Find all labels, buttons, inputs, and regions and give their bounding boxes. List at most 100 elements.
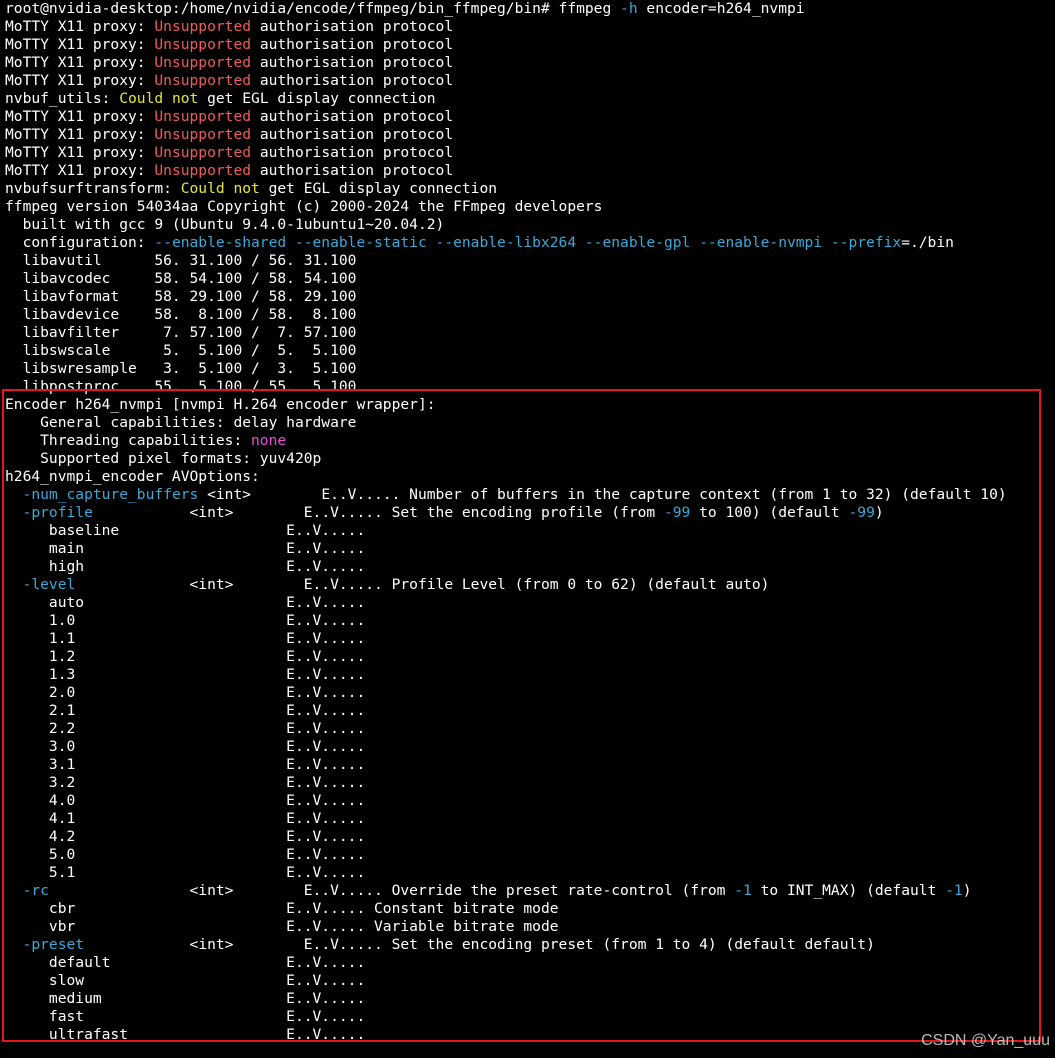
terminal-text: libavutil 56. 31.100 / 56. 31.100 — [5, 252, 357, 269]
terminal-line: 1.1 E..V..... — [5, 630, 1007, 648]
terminal-line: -preset <int> E..V..... Set the encoding… — [5, 936, 1007, 954]
terminal-line: Encoder h264_nvmpi [nvmpi H.264 encoder … — [5, 396, 1007, 414]
terminal-text-red: Unsupported — [154, 36, 252, 53]
terminal-line: 3.2 E..V..... — [5, 774, 1007, 792]
terminal-line: MoTTY X11 proxy: Unsupported authorisati… — [5, 72, 1007, 90]
terminal-line: -rc <int> E..V..... Override the preset … — [5, 882, 1007, 900]
terminal-text: libavfilter 7. 57.100 / 7. 57.100 — [5, 324, 357, 341]
terminal-line: ultrafast E..V..... — [5, 1026, 1007, 1044]
terminal-text: ) — [962, 882, 972, 899]
terminal-text-yellow: Could not — [119, 90, 199, 107]
terminal-text: ) — [874, 504, 884, 521]
terminal-line: nvbufsurftransform: Could not get EGL di… — [5, 180, 1007, 198]
terminal-text-cyan: -h — [620, 0, 638, 17]
terminal-line: built with gcc 9 (Ubuntu 9.4.0-1ubuntu1~… — [5, 216, 1007, 234]
terminal-line: 2.1 E..V..... — [5, 702, 1007, 720]
terminal-text-cyan: -profile — [22, 504, 93, 521]
terminal-text-red: Unsupported — [154, 72, 252, 89]
terminal-text: 4.1 E..V..... — [5, 810, 366, 827]
terminal-text-cyan: -99 — [848, 504, 875, 521]
terminal-text-cyan: -level — [22, 576, 76, 593]
terminal-text: MoTTY X11 proxy: — [5, 72, 155, 89]
terminal-line: cbr E..V..... Constant bitrate mode — [5, 900, 1007, 918]
terminal-text-red: Unsupported — [154, 54, 252, 71]
terminal-text-cyan: -1 — [945, 882, 963, 899]
terminal-line: 4.0 E..V..... — [5, 792, 1007, 810]
terminal-line: 3.0 E..V..... — [5, 738, 1007, 756]
terminal-text: 1.3 E..V..... — [5, 666, 366, 683]
terminal-text: 4.2 E..V..... — [5, 828, 366, 845]
terminal-text: libavdevice 58. 8.100 / 58. 8.100 — [5, 306, 357, 323]
terminal-text: get EGL display connection — [198, 90, 436, 107]
terminal-text-cyan: -1 — [734, 882, 752, 899]
terminal-line: baseline E..V..... — [5, 522, 1007, 540]
terminal-line: libavformat 58. 29.100 / 58. 29.100 — [5, 288, 1007, 306]
terminal-text: libavformat 58. 29.100 / 58. 29.100 — [5, 288, 357, 305]
terminal-text-red: Unsupported — [154, 108, 252, 125]
terminal-text: 2.2 E..V..... — [5, 720, 366, 737]
terminal-line: 4.1 E..V..... — [5, 810, 1007, 828]
terminal-text: libswscale 5. 5.100 / 5. 5.100 — [5, 342, 357, 359]
terminal-text-red: Unsupported — [154, 162, 252, 179]
terminal-text: encoder=h264_nvmpi — [637, 0, 805, 17]
terminal-line: General capabilities: delay hardware — [5, 414, 1007, 432]
terminal-text: 3.0 E..V..... — [5, 738, 366, 755]
terminal-line: ffmpeg version 54034aa Copyright (c) 200… — [5, 198, 1007, 216]
terminal-line: MoTTY X11 proxy: Unsupported authorisati… — [5, 54, 1007, 72]
terminal-text: 3.2 E..V..... — [5, 774, 366, 791]
terminal-line: -num_capture_buffers <int> E..V..... Num… — [5, 486, 1007, 504]
terminal-text-red: Unsupported — [154, 18, 252, 35]
terminal-line: Threading capabilities: none — [5, 432, 1007, 450]
terminal-text: MoTTY X11 proxy: — [5, 36, 155, 53]
terminal-text-cyan: --enable-shared --enable-static --enable… — [154, 234, 902, 251]
terminal-output[interactable]: root@nvidia-desktop:/home/nvidia/encode/… — [5, 0, 1007, 1044]
terminal-text: ultrafast E..V..... — [5, 1026, 366, 1043]
terminal-text: 2.0 E..V..... — [5, 684, 366, 701]
terminal-text: to 100) (default — [690, 504, 849, 521]
terminal-line: 5.0 E..V..... — [5, 846, 1007, 864]
terminal-text-red: Unsupported — [154, 144, 252, 161]
terminal-text: slow E..V..... — [5, 972, 366, 989]
terminal-text: authorisation protocol — [251, 162, 454, 179]
terminal-text: libswresample 3. 5.100 / 3. 5.100 — [5, 360, 357, 377]
terminal-text: get EGL display connection — [259, 180, 498, 197]
terminal-line: libavutil 56. 31.100 / 56. 31.100 — [5, 252, 1007, 270]
terminal-text-yellow: Could not — [180, 180, 260, 197]
terminal-text: MoTTY X11 proxy: — [5, 126, 155, 143]
terminal-line: 1.0 E..V..... — [5, 612, 1007, 630]
terminal-line: 5.1 E..V..... — [5, 864, 1007, 882]
terminal-text: libpostproc 55. 5.100 / 55. 5.100 — [5, 378, 357, 395]
terminal-text: Supported pixel formats: yuv420p — [5, 450, 322, 467]
terminal-line: MoTTY X11 proxy: Unsupported authorisati… — [5, 18, 1007, 36]
terminal-text: medium E..V..... — [5, 990, 366, 1007]
terminal-text: authorisation protocol — [251, 36, 454, 53]
terminal-line: default E..V..... — [5, 954, 1007, 972]
terminal-line: medium E..V..... — [5, 990, 1007, 1008]
terminal-text: 1.2 E..V..... — [5, 648, 366, 665]
terminal-line: 4.2 E..V..... — [5, 828, 1007, 846]
terminal-text: default E..V..... — [5, 954, 366, 971]
terminal-text: <int> E..V..... Set the encoding profile… — [92, 504, 664, 521]
terminal-line: vbr E..V..... Variable bitrate mode — [5, 918, 1007, 936]
terminal-line: auto E..V..... — [5, 594, 1007, 612]
terminal-text: =./bin — [901, 234, 954, 251]
terminal-text-cyan: -rc — [22, 882, 49, 899]
terminal-text: cbr E..V..... Constant bitrate mode — [5, 900, 559, 917]
terminal-line: 1.3 E..V..... — [5, 666, 1007, 684]
terminal-text-cyan: -preset — [22, 936, 85, 953]
terminal-text: <int> E..V..... Set the encoding preset … — [84, 936, 875, 953]
terminal-text: MoTTY X11 proxy: — [5, 108, 155, 125]
terminal-line: libswresample 3. 5.100 / 3. 5.100 — [5, 360, 1007, 378]
terminal-text: auto E..V..... — [5, 594, 366, 611]
terminal-text: Threading capabilities: — [5, 432, 252, 449]
terminal-text: main E..V..... — [5, 540, 366, 557]
terminal-line: MoTTY X11 proxy: Unsupported authorisati… — [5, 144, 1007, 162]
terminal-text-cyan: -num_capture_buffers — [22, 486, 199, 503]
terminal-text: high E..V..... — [5, 558, 366, 575]
terminal-text: to INT_MAX) (default — [751, 882, 946, 899]
terminal-line: main E..V..... — [5, 540, 1007, 558]
terminal-line: high E..V..... — [5, 558, 1007, 576]
